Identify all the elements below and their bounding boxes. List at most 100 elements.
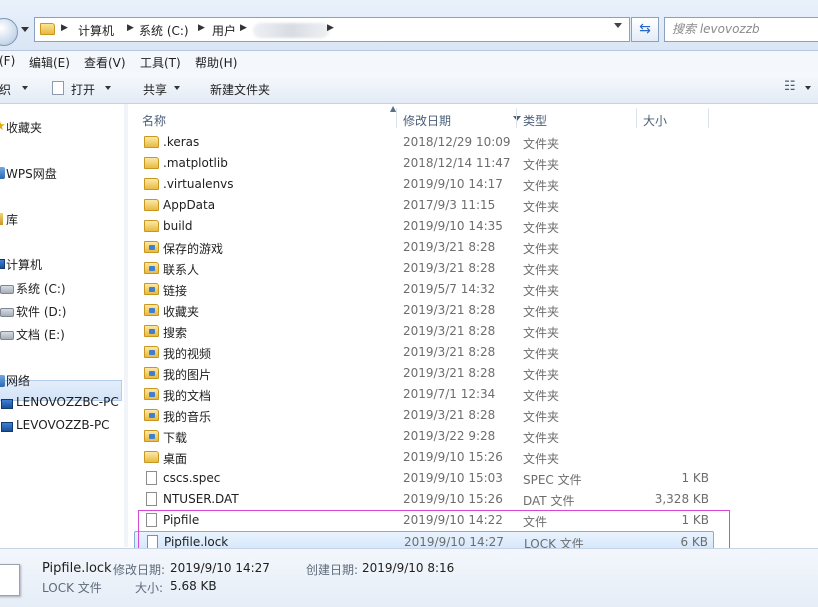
file-row[interactable]: 联系人 2019/3/21 8:28 文件夹 (134, 258, 714, 279)
nav-item-drive-d[interactable]: 软件 (D:) (16, 303, 66, 320)
drive-icon (0, 285, 14, 294)
organize-button[interactable]: 织 (0, 81, 11, 98)
column-header-size[interactable]: 大小 (643, 112, 667, 129)
open-icon (52, 81, 64, 95)
chevron-down-icon[interactable] (513, 116, 521, 121)
file-row[interactable]: 下载 2019/3/22 9:28 文件夹 (134, 426, 714, 447)
address-bar-area: ▶ 计算机 ▶ 系统 (C:) ▶ 用户 ▶ ▶ ⇆ (0, 0, 818, 51)
share-button[interactable]: 共享 (143, 81, 167, 98)
file-name: 链接 (163, 284, 188, 298)
column-header-name[interactable]: 名称 (142, 112, 166, 129)
new-folder-button[interactable]: 新建文件夹 (210, 81, 270, 98)
column-divider[interactable] (708, 108, 709, 128)
file-row[interactable]: 我的视频 2019/3/21 8:28 文件夹 (134, 342, 714, 363)
file-name: 保存的游戏 (163, 242, 224, 256)
file-thumbnail-icon (0, 564, 20, 596)
folder-icon (144, 220, 159, 232)
nav-item-pc2[interactable]: LEVOVOZZB-PC (16, 418, 110, 432)
file-date: 2019/3/21 8:28 (403, 408, 496, 422)
chevron-down-icon[interactable] (805, 86, 811, 90)
file-name: NTUSER.DAT (163, 492, 239, 506)
file-row[interactable]: 我的音乐 2019/3/21 8:28 文件夹 (134, 405, 714, 426)
column-divider[interactable] (516, 108, 517, 128)
refresh-button[interactable]: ⇆ (631, 17, 659, 42)
file-row[interactable]: build 2019/9/10 14:35 文件夹 (134, 216, 714, 237)
menu-view[interactable]: 查看(V) (84, 54, 126, 71)
file-type: 文件夹 (523, 347, 560, 361)
file-row[interactable]: 收藏夹 2019/3/21 8:28 文件夹 (134, 300, 714, 321)
column-divider[interactable] (636, 108, 637, 128)
file-icon (147, 535, 158, 549)
file-row[interactable]: .matplotlib 2018/12/14 11:47 文件夹 (134, 153, 714, 174)
file-name: cscs.spec (163, 471, 221, 485)
search-input[interactable] (665, 18, 818, 40)
address-field[interactable]: ▶ 计算机 ▶ 系统 (C:) ▶ 用户 ▶ ▶ (34, 17, 630, 42)
nav-item-library[interactable]: 库 (6, 211, 18, 228)
file-row[interactable]: 我的文档 2019/7/1 12:34 文件夹 (134, 384, 714, 405)
search-box[interactable] (664, 17, 818, 42)
chevron-right-icon[interactable]: ▶ (127, 23, 134, 33)
file-row[interactable]: cscs.spec 2019/9/10 15:03 SPEC 文件 1 KB (134, 468, 714, 489)
file-row[interactable]: Pipfile 2019/9/10 14:22 文件 1 KB (134, 510, 714, 531)
file-type: 文件夹 (523, 158, 560, 172)
nav-item-wps[interactable]: WPS网盘 (6, 165, 57, 182)
pane-splitter[interactable] (124, 104, 128, 547)
chevron-down-icon[interactable] (105, 86, 111, 90)
nav-item-pc1[interactable]: LENOVOZZBC-PC (16, 395, 119, 409)
network-pc-icon (1, 422, 13, 432)
nav-item-network[interactable]: 网络 (6, 372, 30, 389)
folder-icon (144, 178, 159, 190)
file-row[interactable]: NTUSER.DAT 2019/9/10 15:26 DAT 文件 3,328 KB (134, 489, 714, 510)
file-type: 文件夹 (523, 284, 560, 298)
file-row[interactable]: .keras 2018/12/29 10:09 文件夹 (134, 132, 714, 153)
list-header: ▲ 名称 修改日期 类型 大小 (128, 104, 818, 131)
chevron-right-icon[interactable]: ▶ (61, 23, 68, 33)
menu-tools[interactable]: 工具(T) (140, 54, 181, 71)
file-type: 文件夹 (523, 326, 560, 340)
file-type: 文件夹 (523, 305, 560, 319)
view-options-icon[interactable]: ☷ (784, 79, 796, 94)
file-date: 2019/3/21 8:28 (403, 366, 496, 380)
nav-item-favorites[interactable]: 收藏夹 (6, 119, 42, 136)
chevron-down-icon[interactable] (174, 86, 180, 90)
file-row[interactable]: 链接 2019/5/7 14:32 文件夹 (134, 279, 714, 300)
breadcrumb-computer[interactable]: 计算机 (78, 22, 114, 39)
chevron-right-icon[interactable]: ▶ (240, 23, 247, 33)
nav-item-drive-e[interactable]: 文档 (E:) (16, 326, 65, 343)
file-row[interactable]: 我的图片 2019/3/21 8:28 文件夹 (134, 363, 714, 384)
file-row[interactable]: 保存的游戏 2019/3/21 8:28 文件夹 (134, 237, 714, 258)
file-type: SPEC 文件 (523, 473, 582, 487)
menu-edit[interactable]: 编辑(E) (29, 54, 70, 71)
folder-icon (144, 199, 159, 211)
nav-item-computer[interactable]: 计算机 (6, 256, 42, 273)
breadcrumb-drive-c[interactable]: 系统 (C:) (139, 22, 189, 39)
nav-item-drive-c[interactable]: 系统 (C:) (16, 280, 66, 297)
file-type: 文件夹 (523, 368, 560, 382)
file-name: .keras (163, 135, 200, 149)
command-bar: 织 打开 共享 新建文件夹 ☷ (0, 73, 818, 104)
menu-help[interactable]: 帮助(H) (195, 54, 237, 71)
chevron-right-icon[interactable]: ▶ (327, 23, 334, 33)
file-row[interactable]: AppData 2017/9/3 11:15 文件夹 (134, 195, 714, 216)
folder-icon (144, 346, 159, 358)
column-header-date[interactable]: 修改日期 (403, 112, 451, 129)
file-row[interactable]: 搜索 2019/3/21 8:28 文件夹 (134, 321, 714, 342)
menu-file[interactable]: (F) (0, 54, 15, 68)
file-icon (146, 492, 157, 506)
history-dropdown-icon[interactable] (21, 27, 29, 32)
folder-icon (144, 409, 159, 421)
back-button[interactable] (0, 18, 18, 46)
column-header-type[interactable]: 类型 (523, 112, 547, 129)
column-divider[interactable] (396, 108, 397, 128)
chevron-down-icon[interactable] (22, 86, 28, 90)
address-dropdown-icon[interactable] (614, 23, 622, 28)
open-button[interactable]: 打开 (71, 81, 95, 98)
file-row[interactable]: .virtualenvs 2019/9/10 14:17 文件夹 (134, 174, 714, 195)
file-row[interactable]: 桌面 2019/9/10 15:26 文件夹 (134, 447, 714, 468)
file-type: 文件夹 (523, 242, 560, 256)
file-name: 我的图片 (163, 368, 212, 382)
file-type: 文件夹 (523, 389, 560, 403)
file-name: 搜索 (163, 326, 188, 340)
chevron-right-icon[interactable]: ▶ (198, 23, 205, 33)
breadcrumb-users[interactable]: 用户 (212, 22, 236, 39)
